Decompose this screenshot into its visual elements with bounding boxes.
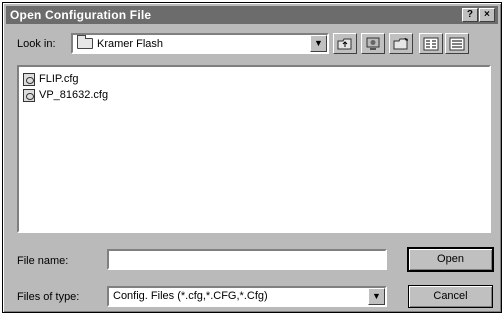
look-in-label: Look in: [17, 38, 56, 50]
dialog-title: Open Configuration File [10, 8, 152, 22]
file-name: FLIP.cfg [39, 73, 79, 85]
config-file-icon [23, 88, 35, 102]
list-view-button[interactable] [419, 33, 443, 54]
create-new-folder-button[interactable] [389, 33, 413, 54]
config-file-icon [23, 72, 35, 86]
files-of-type-value: Config. Files (*.cfg,*.CFG,*.Cfg) [113, 290, 268, 302]
look-in-dropdown[interactable]: Kramer Flash ▼ [71, 33, 329, 54]
open-button[interactable]: Open [407, 247, 494, 272]
list-item[interactable]: FLIP.cfg [23, 71, 485, 87]
list-view-icon [423, 37, 439, 50]
up-one-level-button[interactable] [333, 33, 357, 54]
list-item[interactable]: VP_81632.cfg [23, 87, 485, 103]
up-folder-icon [337, 38, 352, 49]
folder-icon [77, 35, 93, 49]
files-of-type-dropdown[interactable]: Config. Files (*.cfg,*.CFG,*.Cfg) ▼ [107, 286, 387, 307]
file-name-label: File name: [17, 255, 69, 267]
details-view-button[interactable] [445, 33, 469, 54]
file-name-input[interactable] [107, 249, 387, 270]
files-of-type-label: Files of type: [17, 291, 80, 303]
cancel-button[interactable]: Cancel [408, 285, 493, 308]
file-list[interactable]: FLIP.cfg VP_81632.cfg [17, 65, 491, 233]
chevron-down-icon[interactable]: ▼ [310, 35, 327, 52]
open-file-dialog: Open Configuration File ? × Look in: Kra… [2, 2, 502, 313]
look-in-value: Kramer Flash [97, 37, 164, 50]
new-folder-icon [393, 37, 408, 49]
title-bar: Open Configuration File ? × [6, 6, 498, 24]
help-button[interactable]: ? [462, 8, 478, 22]
details-view-icon [449, 37, 465, 50]
chevron-down-icon[interactable]: ▼ [368, 288, 385, 305]
desktop-icon [366, 37, 380, 50]
close-button[interactable]: × [479, 8, 495, 22]
file-name: VP_81632.cfg [39, 89, 109, 101]
desktop-button[interactable] [361, 33, 385, 54]
